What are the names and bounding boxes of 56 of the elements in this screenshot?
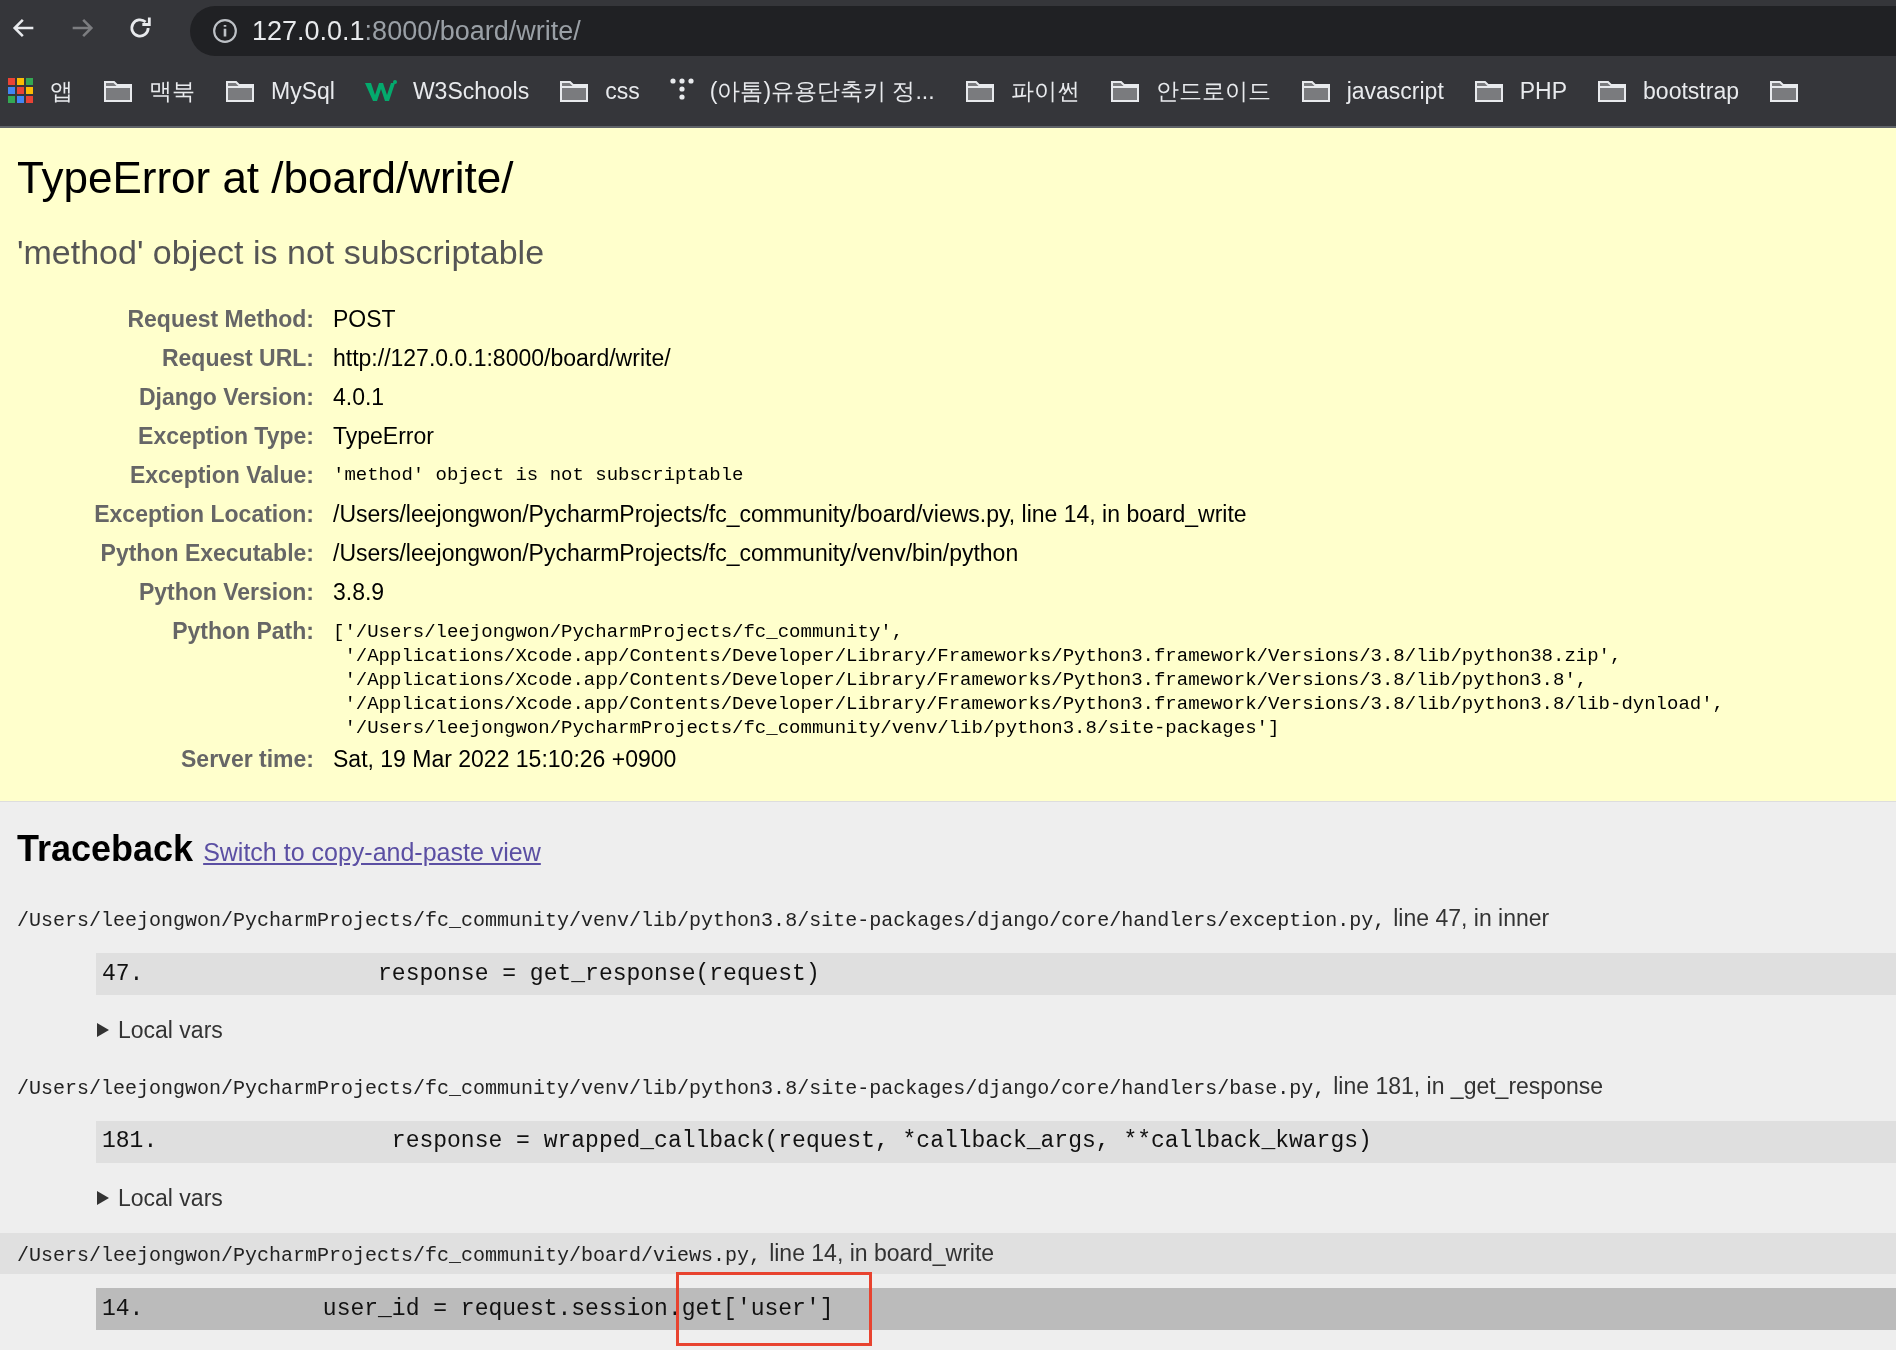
meta-value: /Users/leejongwon/PycharmProjects/fc_community/venv/bin/python: [333, 539, 1019, 568]
meta-value: '/Applications/Xcode.app/Contents/Developer/Library/Frameworks/Python3.framework/Versions/3.8/lib/python3.8/lib-dynload',: [343, 692, 1725, 716]
meta-value: 'method' object is not subscriptable: [333, 463, 744, 488]
meta-value: 4.0.1: [333, 383, 385, 412]
file-path: /Users/leejongwon/PycharmProjects/fc_community/venv/lib/python3.8/site-packages/django/core/handlers/exception.py,: [17, 908, 1386, 934]
error-title: TypeError at /board/write/: [17, 152, 515, 204]
code-text: get['user']: [681, 1295, 834, 1322]
bookmark-item[interactable]: 맥북: [103, 73, 195, 109]
meta-label: Exception Location:: [94, 501, 314, 527]
meta-value: POST: [333, 305, 396, 334]
meta-value: '/Users/leejongwon/PycharmProjects/fc_community/venv/lib/python3.8/site-packages']: [343, 716, 1281, 740]
bookmark-item[interactable]: W3Schools: [364, 73, 530, 109]
meta-label: Python Path:: [172, 618, 314, 644]
address-bar[interactable]: 127.0.0.1:8000/board/write/: [190, 6, 1896, 56]
bookmark-item[interactable]: 안드로이드: [1109, 73, 1271, 109]
frame-location: line 181, in _get_response: [1333, 1071, 1604, 1101]
meta-value: '/Applications/Xcode.app/Contents/Developer/Library/Frameworks/Python3.framework/Versions/3.8/lib/python38.zip',: [343, 644, 1623, 668]
error-message: 'method' object is not subscriptable: [17, 232, 546, 273]
traceback-heading: Traceback: [17, 827, 194, 871]
frame-location: line 47, in inner: [1393, 904, 1550, 933]
url-text: 127.0.0.1:8000/board/write/: [252, 14, 581, 48]
code-text: 47.: [102, 959, 145, 989]
local-vars-toggle[interactable]: Local vars: [96, 1180, 223, 1215]
meta-label: Python Executable:: [100, 540, 314, 566]
meta-value: 3.8.9: [333, 578, 385, 607]
meta-label: Request URL:: [161, 345, 314, 371]
file-path: /Users/leejongwon/PycharmProjects/fc_community/board/views.py,: [17, 1243, 762, 1269]
meta-value: '/Applications/Xcode.app/Contents/Developer/Library/Frameworks/Python3.framework/Versions/3.8/lib/python3.8',: [343, 668, 1589, 692]
meta-label: Django Version:: [138, 384, 314, 410]
bookmark-item[interactable]: javascript: [1300, 73, 1444, 109]
code-text: 14.: [102, 1294, 145, 1324]
meta-label: Exception Type:: [138, 423, 314, 449]
bookmark-item[interactable]: PHP: [1473, 73, 1568, 109]
meta-value: ['/Users/leejongwon/PycharmProjects/fc_community',: [333, 620, 905, 644]
bookmark-item[interactable]: 파이썬: [964, 73, 1080, 109]
code-text: response = get_response(request): [378, 959, 820, 989]
bookmark-item[interactable]: MySql: [225, 73, 335, 109]
meta-value: http://127.0.0.1:8000/board/write/: [333, 344, 671, 373]
code-text: response = wrapped_callback(request, *callback_args, **callback_kwargs): [391, 1127, 1372, 1157]
code-text: user_id = request.session.: [322, 1294, 682, 1324]
meta-label: Exception Value:: [129, 462, 314, 488]
bookmark-item[interactable]: 앱: [8, 73, 73, 109]
meta-value: TypeError: [333, 422, 434, 451]
meta-label: Server time:: [181, 746, 314, 772]
file-path: /Users/leejongwon/PycharmProjects/fc_community/venv/lib/python3.8/site-packages/django/core/handlers/base.py,: [17, 1075, 1326, 1102]
meta-value: Sat, 19 Mar 2022 15:10:26 +0900: [333, 745, 677, 774]
code-text: 181.: [102, 1127, 159, 1157]
bookmark-item[interactable]: bootstrap: [1597, 73, 1739, 109]
meta-label: Request Method:: [127, 306, 314, 332]
meta-value: /Users/leejongwon/PycharmProjects/fc_community/board/views.py, line 14, in board_write: [333, 500, 1247, 529]
local-vars-toggle[interactable]: Local vars: [96, 1013, 223, 1048]
frame-location: line 14, in board_write: [769, 1239, 995, 1268]
meta-label: Python Version:: [138, 579, 314, 605]
copy-paste-link[interactable]: Switch to copy-and-paste view: [203, 834, 541, 872]
bookmark-item[interactable]: css: [559, 73, 640, 109]
bookmark-item[interactable]: (아톰)유용단축키 정...: [669, 73, 935, 109]
